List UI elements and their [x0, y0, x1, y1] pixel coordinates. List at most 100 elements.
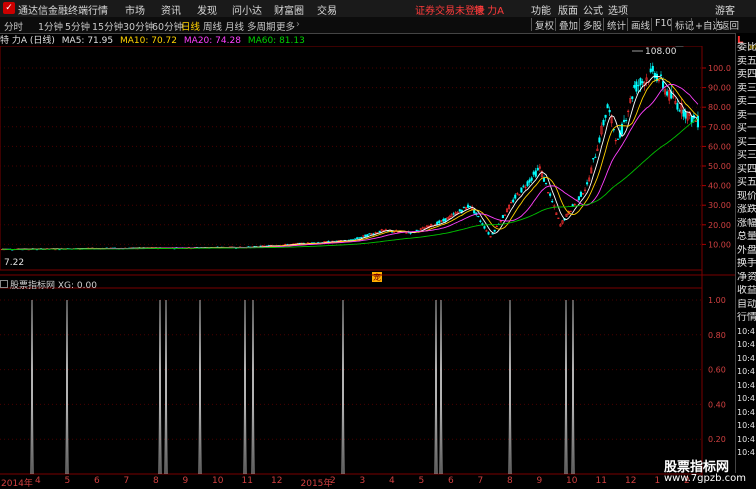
- candle-body: [544, 182, 548, 184]
- price-tick: 70.00: [708, 123, 731, 132]
- candle-body: [594, 156, 597, 158]
- candle-body: [466, 204, 470, 208]
- candle-body: [625, 119, 628, 122]
- indicator-label: 股票指标网 XG: 0.00: [0, 278, 97, 291]
- period-1min[interactable]: 1分钟: [38, 19, 63, 33]
- side-panel-item: 涨幅: [737, 217, 756, 229]
- menu-market[interactable]: 市场: [125, 2, 145, 17]
- side-panel-item: 买四: [737, 163, 756, 175]
- candle-body: [532, 171, 535, 175]
- menu-ask[interactable]: 问小达: [232, 2, 262, 17]
- candle-body: [491, 233, 494, 235]
- candle-body: [366, 234, 369, 237]
- candle-body: [577, 196, 580, 201]
- candle-body: [483, 226, 486, 229]
- candle-body: [378, 230, 381, 233]
- period-intraday[interactable]: 分时: [4, 19, 23, 33]
- candle-body: [637, 84, 640, 87]
- adjust-button[interactable]: 复权: [531, 18, 554, 32]
- stats-button[interactable]: 统计: [603, 18, 626, 32]
- period-weekly[interactable]: 周线: [203, 19, 222, 33]
- candle-body: [684, 111, 687, 119]
- side-panel-item: 收益: [737, 285, 756, 296]
- date-month-label: 6: [448, 476, 454, 486]
- candle-body: [661, 81, 665, 89]
- ma20-line: [1, 84, 699, 250]
- app-logo-icon: ✓: [3, 2, 15, 14]
- multi-stock-button[interactable]: 多股: [579, 18, 602, 32]
- kline-chart[interactable]: ✕ 100.0 90.00 80.00 70.00 60.00 50.00 40.00 30.…: [0, 46, 735, 476]
- candle-body: [452, 213, 455, 215]
- period-multi[interactable]: 多周期: [247, 19, 276, 33]
- candle-body: [436, 221, 439, 225]
- period-30min[interactable]: 30分钟: [123, 19, 154, 33]
- candle-body: [493, 229, 496, 232]
- xg-spike: [564, 299, 568, 475]
- period-daily[interactable]: 日线: [181, 19, 200, 33]
- candle-body: [549, 193, 552, 196]
- side-panel-item: 行情: [737, 312, 756, 323]
- date-month-label: 3: [359, 476, 366, 486]
- candle-body: [633, 85, 636, 88]
- watermark-url: www.7gpzb.com: [664, 473, 746, 484]
- side-panel-item: 10:4: [737, 367, 755, 376]
- date-month-label: 10: [566, 476, 578, 486]
- candle-body: [653, 72, 656, 78]
- menu-quotes[interactable]: 行情: [88, 2, 108, 17]
- side-panel-item: 10:4: [737, 353, 755, 363]
- xg-spike: [251, 299, 255, 475]
- f10-button[interactable]: F10: [651, 18, 673, 31]
- menu-wealth[interactable]: 财富圈: [274, 2, 304, 17]
- side-panel-item: 10:4: [737, 380, 755, 390]
- candle-body: [462, 206, 465, 208]
- date-month-label: 12: [271, 476, 283, 486]
- xg-spike: [341, 299, 345, 475]
- more-chevron-icon[interactable]: ›: [296, 19, 300, 30]
- candle-body: [360, 236, 363, 239]
- price-tick: 20.00: [708, 221, 731, 230]
- event-marker[interactable]: 宠: [372, 272, 382, 282]
- date-month-label: 5: [64, 476, 71, 486]
- back-button[interactable]: 返回: [716, 18, 739, 32]
- menu-trade[interactable]: 交易: [317, 2, 337, 17]
- date-month-label: 7: [477, 476, 484, 486]
- side-panel-item: 卖二: [737, 96, 756, 107]
- candle-body: [534, 170, 537, 177]
- draw-button[interactable]: 画线: [627, 18, 650, 32]
- menu-function[interactable]: 功能: [531, 2, 551, 17]
- candle-body: [438, 220, 441, 224]
- period-5min[interactable]: 5分钟: [65, 19, 90, 33]
- candle-body: [512, 199, 515, 203]
- side-panel-item: 外盘: [737, 244, 756, 256]
- user-label[interactable]: 游客: [715, 2, 735, 17]
- period-monthly[interactable]: 月线: [225, 19, 244, 33]
- svg-text:✕: ✕: [688, 46, 696, 49]
- candle-body: [551, 201, 554, 203]
- side-panel-item: 10:4: [737, 448, 755, 457]
- date-month-label: 8: [507, 476, 513, 486]
- menu-news[interactable]: 资讯: [161, 2, 181, 17]
- ma10-line: [1, 77, 699, 250]
- overlay-button[interactable]: 叠加: [555, 18, 578, 32]
- candle-body: [602, 120, 605, 126]
- xg-spike: [164, 299, 168, 475]
- menu-formula[interactable]: 公式: [583, 2, 603, 17]
- candle-body: [690, 116, 693, 124]
- menu-options[interactable]: 选项: [608, 2, 628, 17]
- date-month-label: 6: [94, 476, 100, 486]
- candle-body: [622, 119, 626, 123]
- ma60-line: [1, 118, 699, 250]
- date-month-label: 12: [625, 476, 637, 486]
- period-15min[interactable]: 15分钟: [92, 19, 123, 33]
- candle-body: [458, 209, 461, 212]
- menu-layout[interactable]: 版面: [558, 2, 578, 17]
- menu-discover[interactable]: 发现: [197, 2, 217, 17]
- app-title: 通达信金融终端: [18, 6, 88, 17]
- side-panel-item: 买三: [737, 150, 756, 161]
- quote-side-panel[interactable]: L 000 委比 卖五 卖四 卖三 卖二 卖一 买一 买二 买三 买四 买五 现价 涨跌 涨幅 总量 外盘 换手…: [735, 33, 756, 473]
- chart-stock-label: 特 力A (日线): [0, 36, 55, 46]
- main-panel-grid: [0, 46, 703, 476]
- period-60min[interactable]: 60分钟: [152, 19, 183, 33]
- period-more[interactable]: 更多: [276, 19, 295, 33]
- candle-body: [682, 109, 685, 117]
